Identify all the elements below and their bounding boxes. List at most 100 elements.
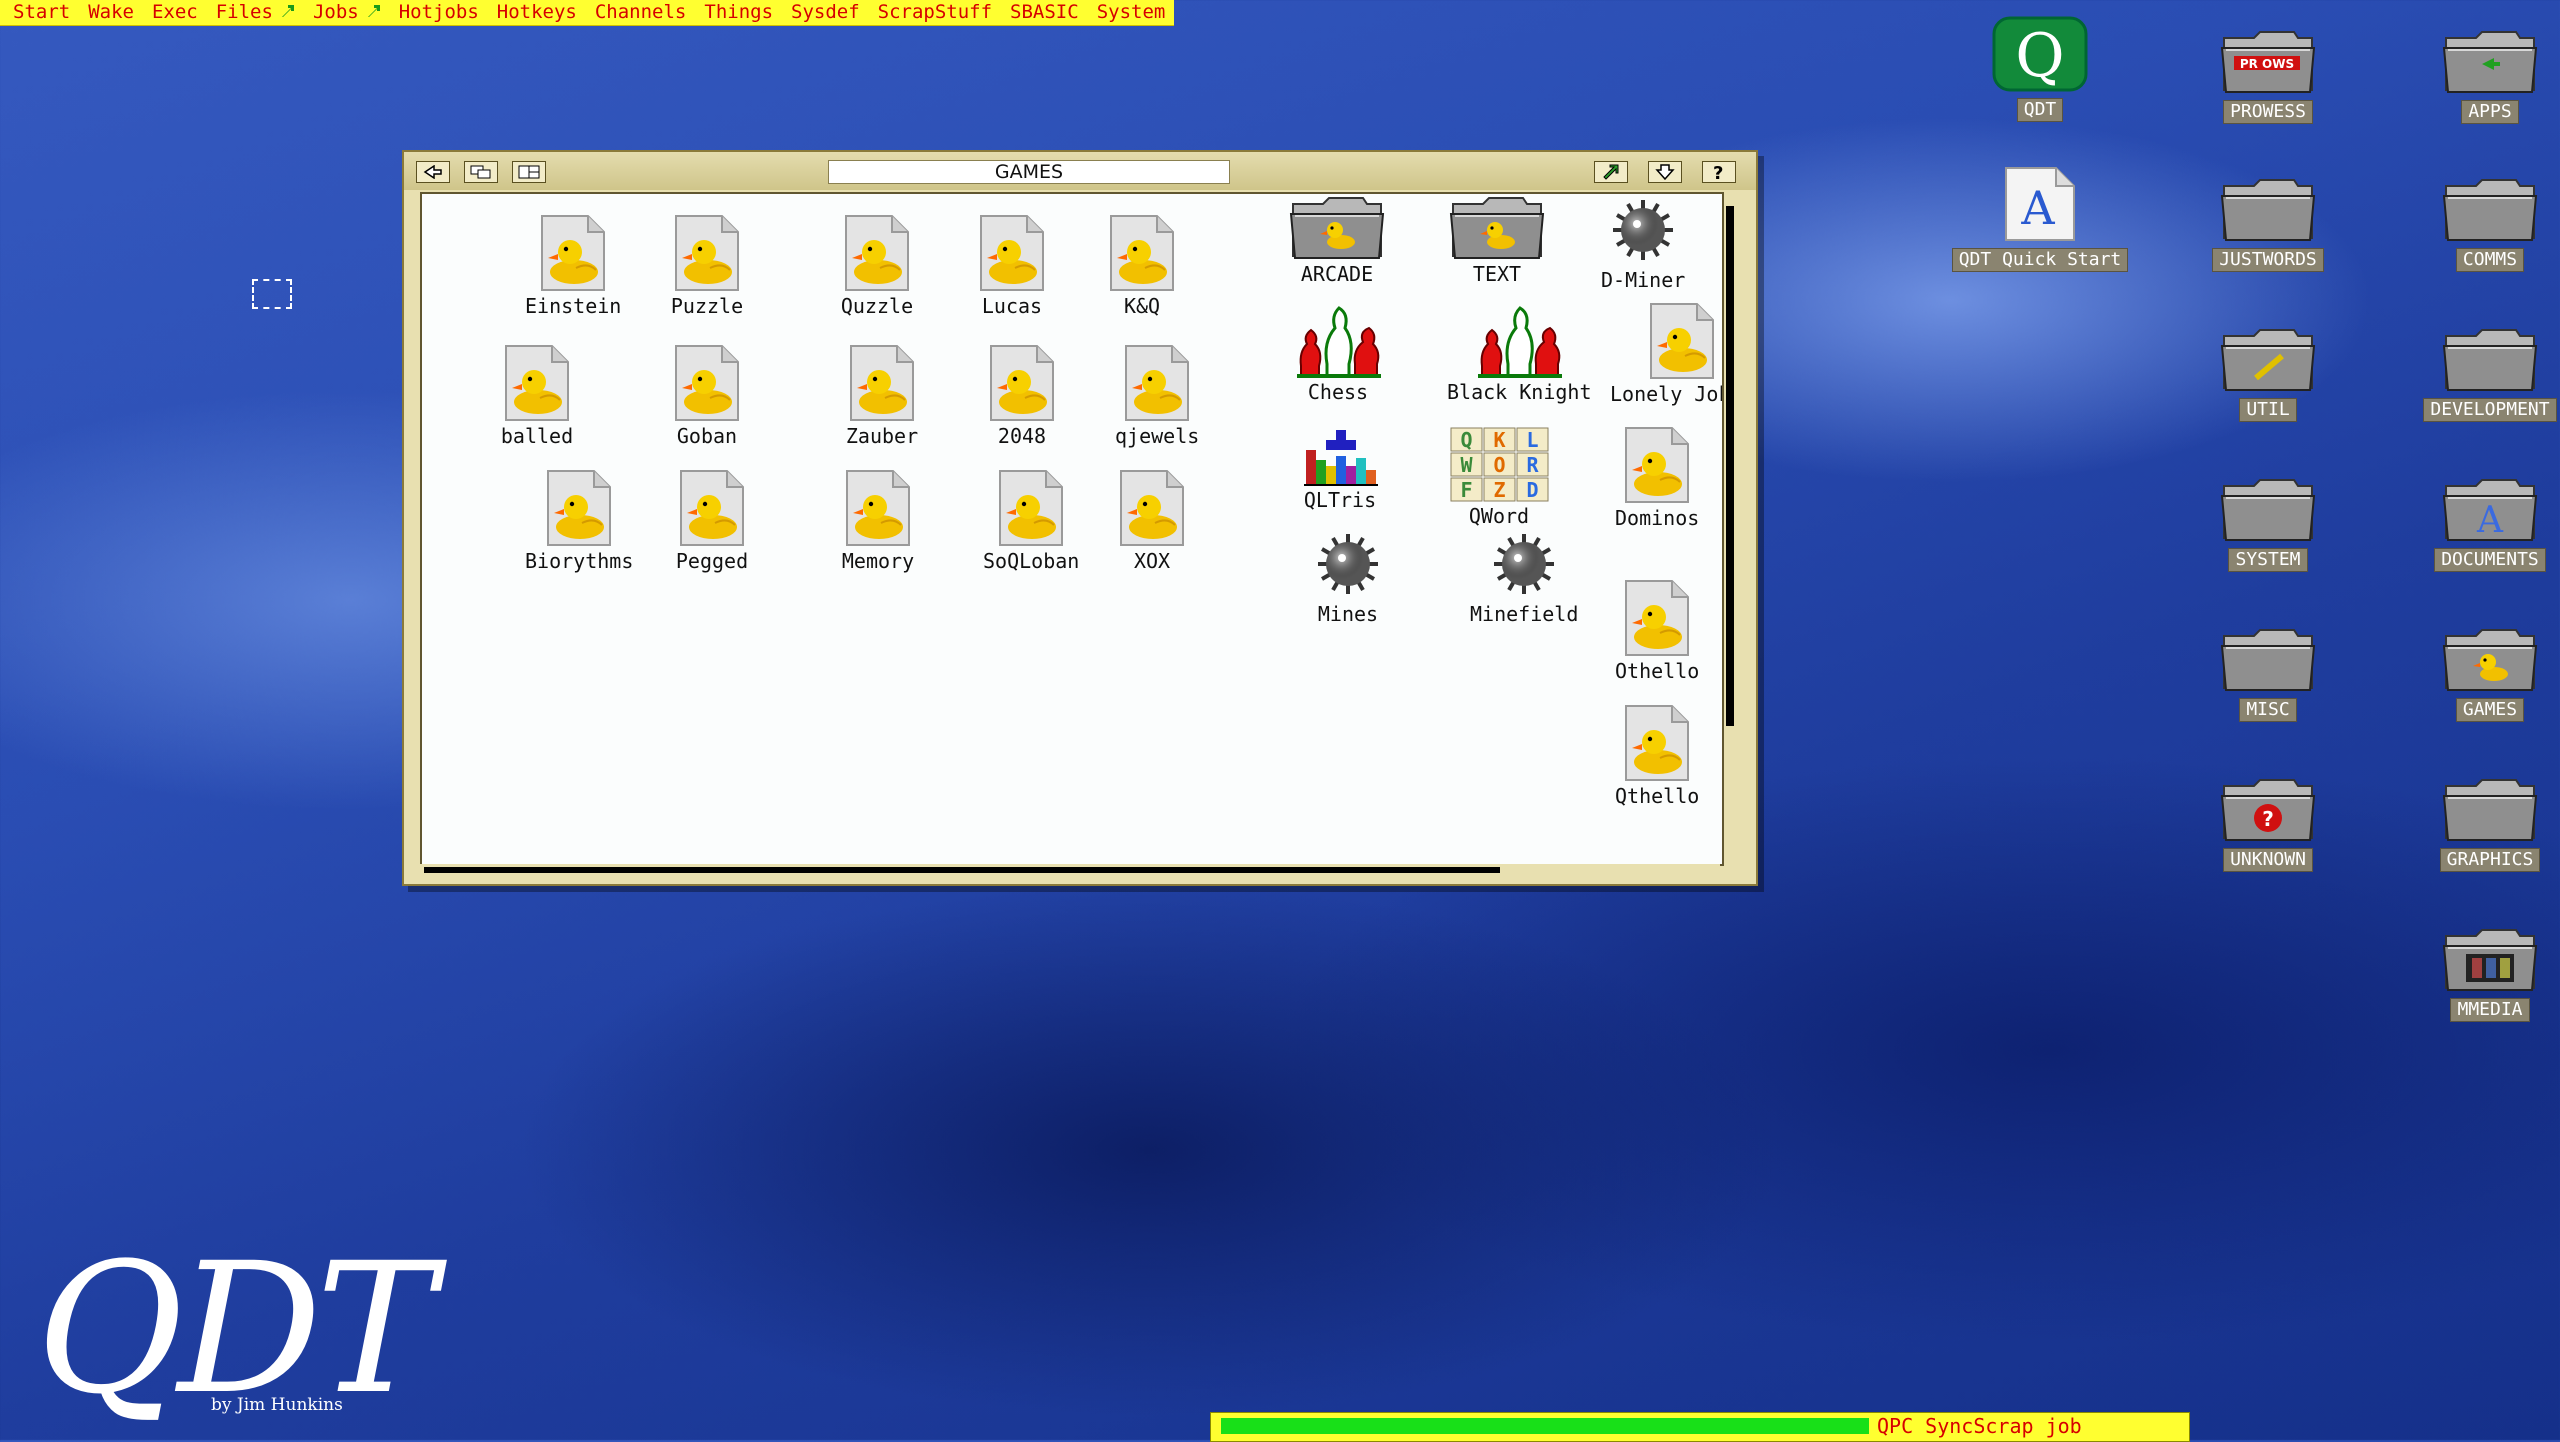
menu-item-wake[interactable]: Wake xyxy=(79,0,143,25)
file-icon-qthello[interactable]: Qthello xyxy=(1615,704,1699,808)
desktop-icon-qdt-quick-start[interactable]: A QDT Quick Start xyxy=(1951,166,2129,272)
file-icon-2048[interactable]: 2048 xyxy=(985,344,1059,448)
menu-item-start[interactable]: Start xyxy=(4,0,79,25)
status-text: QPC SyncScrap job xyxy=(1877,1414,2082,1438)
duck-file-icon xyxy=(975,214,1049,292)
file-icon-balled[interactable]: balled xyxy=(500,344,574,448)
file-icon-k-q[interactable]: K&Q xyxy=(1105,214,1179,318)
file-icon-goban[interactable]: Goban xyxy=(670,344,744,448)
vertical-scrollbar[interactable] xyxy=(1724,196,1738,862)
file-icon-arcade[interactable]: ARCADE xyxy=(1289,194,1385,286)
file-icon-minefield[interactable]: Minefield xyxy=(1470,528,1578,626)
menu-item-hotkeys[interactable]: Hotkeys xyxy=(488,0,586,25)
folder-duck-icon xyxy=(1449,194,1545,260)
menu-item-label: Wake xyxy=(88,1,134,23)
back-button[interactable] xyxy=(416,161,450,183)
menu-item-sbasic[interactable]: SBASIC xyxy=(1001,0,1088,25)
svg-text:PR OWS: PR OWS xyxy=(2240,57,2294,71)
desktop-icon-label: JUSTWORDS xyxy=(2212,248,2324,272)
horizontal-scrollbar[interactable] xyxy=(420,864,1720,876)
desktop-icon-system[interactable]: SYSTEM xyxy=(2220,476,2316,572)
menu-item-channels[interactable]: Channels xyxy=(586,0,696,25)
file-icon-einstein[interactable]: Einstein xyxy=(525,214,621,318)
desktop-icon-development[interactable]: DEVELOPMENT xyxy=(2423,326,2557,422)
menu-item-exec[interactable]: Exec xyxy=(143,0,207,25)
file-label: SoQLoban xyxy=(983,549,1080,573)
logo-subtitle: by Jim Hunkins xyxy=(211,1395,343,1415)
file-icon-lucas[interactable]: Lucas xyxy=(975,214,1049,318)
desktop-icon-documents[interactable]: A DOCUMENTS xyxy=(2434,476,2546,572)
arrow-submenu-icon xyxy=(273,0,295,25)
file-label: Pegged xyxy=(675,549,749,573)
window-titlebar[interactable]: GAMES ? xyxy=(404,152,1756,190)
menu-item-system[interactable]: System xyxy=(1088,0,1175,25)
selection-marquee xyxy=(252,279,292,309)
folder-duck-icon xyxy=(2442,626,2538,696)
file-icon-dominos[interactable]: Dominos xyxy=(1615,426,1699,530)
menu-item-sysdef[interactable]: Sysdef xyxy=(782,0,869,25)
desktop-icon-games[interactable]: GAMES xyxy=(2442,626,2538,722)
qdt-app-icon: Q xyxy=(1990,16,2090,96)
file-icon-chess[interactable]: Chess xyxy=(1293,302,1383,404)
file-label: Qthello xyxy=(1615,784,1700,808)
menu-item-things[interactable]: Things xyxy=(695,0,782,25)
desktop-icon-graphics[interactable]: GRAPHICS xyxy=(2439,776,2541,872)
file-label: Mines xyxy=(1317,602,1379,626)
desktop-icon-label: DEVELOPMENT xyxy=(2423,398,2557,422)
menu-item-files[interactable]: Files xyxy=(207,0,304,25)
tile-windows-button[interactable] xyxy=(464,161,498,183)
file-icon-zauber[interactable]: Zauber xyxy=(845,344,919,448)
desktop-icon-apps[interactable]: APPS xyxy=(2442,28,2538,124)
folder-icon xyxy=(2442,176,2538,246)
desktop-icon-justwords[interactable]: JUSTWORDS xyxy=(2212,176,2324,272)
file-icon-qword[interactable]: Q K L W O R F Z D QWord xyxy=(1449,426,1549,528)
file-icon-lonely-joker[interactable]: Lonely Joker xyxy=(1610,302,1722,406)
file-label: ARCADE xyxy=(1300,262,1374,286)
vertical-scroll-thumb[interactable] xyxy=(1726,206,1734,726)
menu-bar: Start Wake Exec Files Jobs Hotjobs Hotkeys Chan… xyxy=(0,0,1175,26)
desktop-icon-comms[interactable]: COMMS xyxy=(2442,176,2538,272)
file-icon-qltris[interactable]: QLTris xyxy=(1300,426,1380,512)
svg-text:Q: Q xyxy=(2015,21,2064,91)
file-icon-puzzle[interactable]: Puzzle xyxy=(670,214,744,318)
file-icon-soqloban[interactable]: SoQLoban xyxy=(983,469,1079,573)
folder-film-icon xyxy=(2442,926,2538,996)
horizontal-scroll-thumb[interactable] xyxy=(424,867,1500,873)
move-button[interactable] xyxy=(1594,161,1628,183)
svg-text:D: D xyxy=(1526,478,1538,502)
svg-text:O: O xyxy=(1493,453,1505,477)
sleep-button[interactable] xyxy=(1648,161,1682,183)
file-icon-biorythms[interactable]: Biorythms xyxy=(525,469,633,573)
file-icon-black-knight[interactable]: Black Knight xyxy=(1447,302,1592,404)
menu-item-scrapstuff[interactable]: ScrapStuff xyxy=(869,0,1001,25)
duck-file-icon xyxy=(670,214,744,292)
duck-file-icon xyxy=(841,469,915,547)
file-icon-othello[interactable]: Othello xyxy=(1615,579,1699,683)
desktop-icon-prowess[interactable]: PR OWS PROWESS xyxy=(2220,28,2316,124)
document-icon: A xyxy=(2000,166,2080,246)
file-icon-pegged[interactable]: Pegged xyxy=(675,469,749,573)
file-icon-mines[interactable]: Mines xyxy=(1312,528,1384,626)
file-icon-qjewels[interactable]: qjewels xyxy=(1115,344,1199,448)
file-icon-text[interactable]: TEXT xyxy=(1449,194,1545,286)
file-icon-d-miner[interactable]: D-Miner xyxy=(1601,194,1685,292)
menu-item-jobs[interactable]: Jobs xyxy=(304,0,390,25)
file-label: QLTris xyxy=(1303,488,1377,512)
help-button[interactable]: ? xyxy=(1702,161,1736,183)
menu-item-label: Files xyxy=(215,1,273,23)
file-icon-quzzle[interactable]: Quzzle xyxy=(840,214,914,318)
menu-item-hotjobs[interactable]: Hotjobs xyxy=(390,0,488,25)
desktop-icon-label: GRAPHICS xyxy=(2439,848,2541,872)
file-icon-xox[interactable]: XOX xyxy=(1115,469,1189,573)
view-button[interactable] xyxy=(512,161,546,183)
desktop-icon-util[interactable]: UTIL xyxy=(2220,326,2316,422)
file-label: Lonely Joker xyxy=(1610,382,1722,406)
desktop-icon-label: APPS xyxy=(2461,100,2519,124)
file-icon-memory[interactable]: Memory xyxy=(841,469,915,573)
desktop-icon-misc[interactable]: MISC xyxy=(2220,626,2316,722)
file-label: QWord xyxy=(1468,504,1530,528)
desktop-icon-mmedia[interactable]: MMEDIA xyxy=(2442,926,2538,1022)
desktop-icon-qdt[interactable]: Q QDT xyxy=(1990,16,2090,122)
desktop-icon-unknown[interactable]: ? UNKNOWN xyxy=(2220,776,2316,872)
window-content[interactable]: Einstein Puzzle Quzzle Lucas K&Q ARCADE TEXT D-… xyxy=(420,192,1724,866)
